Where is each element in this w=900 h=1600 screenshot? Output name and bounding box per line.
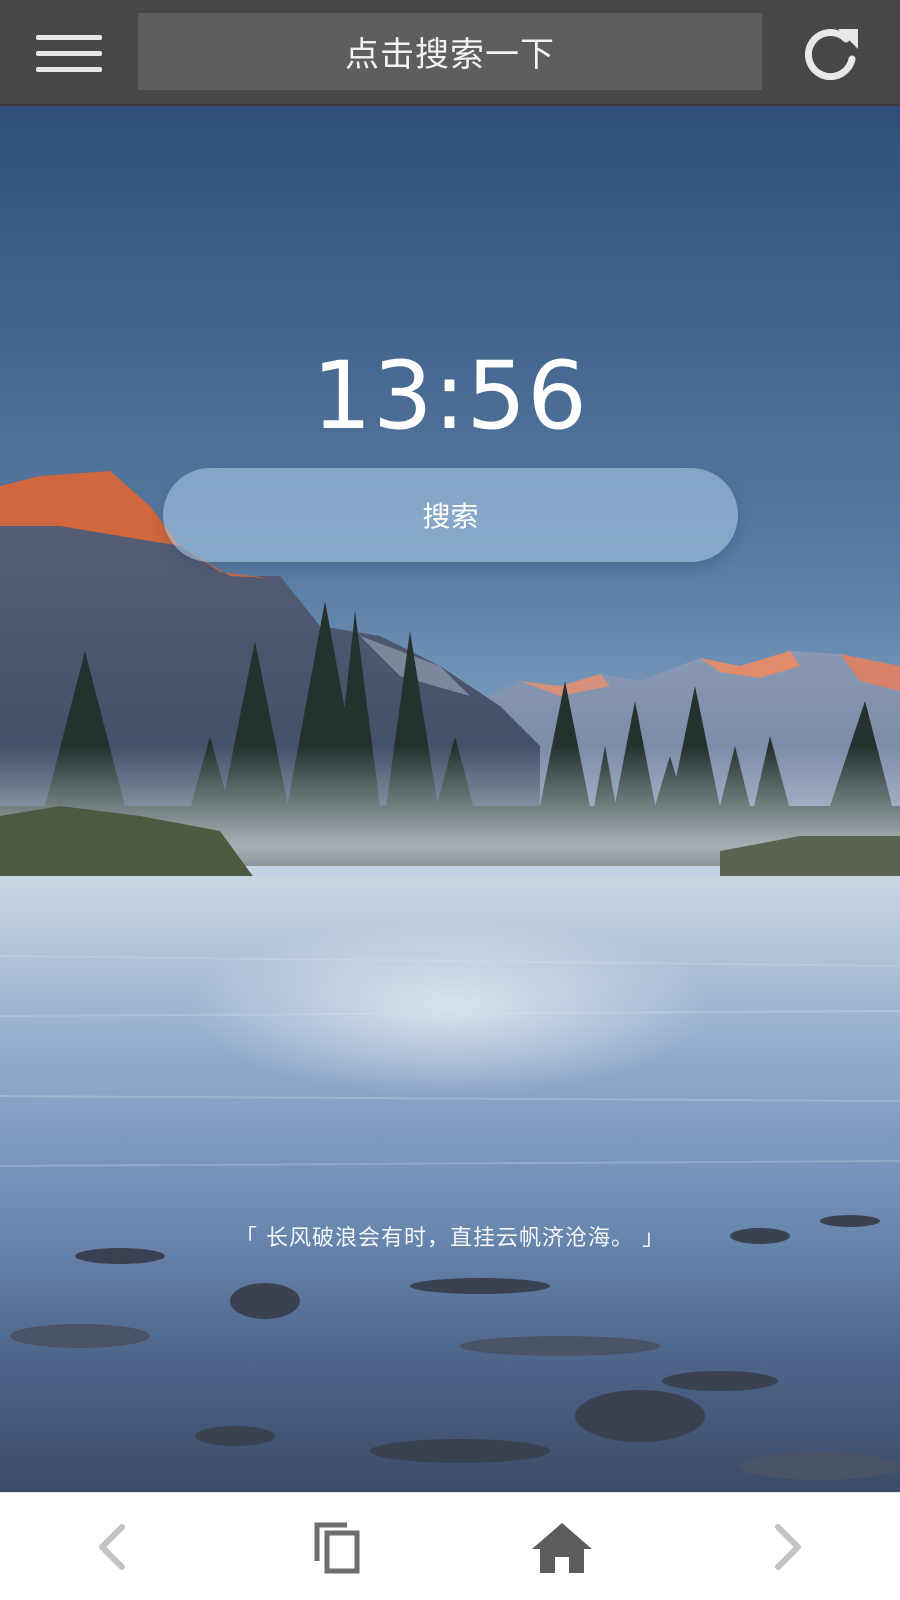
menu-button[interactable] [28,22,110,84]
forward-button[interactable] [748,1507,828,1587]
browser-start-page: 点击搜索一下 13:56 搜索 「 长风破浪会有时，直挂云帆济沧海。 」 [0,0,900,1600]
search-bar-placeholder: 点击搜索一下 [345,35,555,75]
home-button[interactable] [522,1507,602,1587]
address-search-bar[interactable]: 点击搜索一下 [138,13,762,90]
hamburger-menu-icon [36,34,102,40]
wallpaper-background: 13:56 搜索 「 长风破浪会有时，直挂云帆济沧海。 」 [0,106,900,1492]
hamburger-menu-icon-line [36,50,102,56]
refresh-icon [804,29,858,81]
chevron-right-icon [775,1524,801,1570]
search-button[interactable]: 搜索 [163,468,738,562]
quote-text: 「 长风破浪会有时，直挂云帆济沧海。 」 [235,1226,665,1251]
home-icon [532,1523,592,1573]
refresh-button[interactable] [798,22,864,84]
chevron-left-icon [99,1524,125,1570]
hamburger-menu-icon-line [36,66,102,72]
top-bar: 点击搜索一下 [0,0,900,106]
back-button[interactable] [72,1507,152,1587]
tabs-icon [314,1522,360,1574]
landscape-image [0,106,900,1492]
clock-time: 13:56 [312,342,588,451]
search-button-label: 搜索 [422,500,479,533]
tabs-button[interactable] [297,1507,377,1587]
bottom-navigation-bar [0,1492,900,1600]
